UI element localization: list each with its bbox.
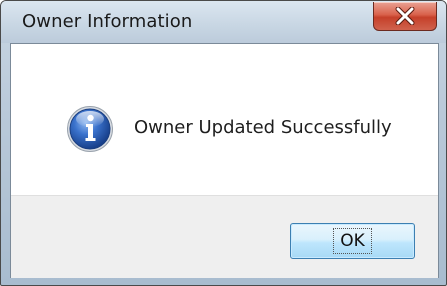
close-icon: [395, 7, 415, 25]
window-title: Owner Information: [22, 11, 193, 32]
button-area: OK: [11, 195, 438, 278]
message-text: Owner Updated Successfully: [134, 117, 392, 138]
message-area: Owner Updated Successfully: [11, 44, 438, 195]
ok-button[interactable]: OK: [290, 223, 415, 259]
title-bar[interactable]: Owner Information: [1, 1, 446, 43]
close-button[interactable]: [373, 2, 437, 31]
info-icon: [67, 106, 113, 152]
ok-button-label: OK: [333, 228, 372, 254]
dialog-window: Owner Information Owner Updated Successf…: [0, 0, 447, 286]
dialog-body: Owner Updated Successfully OK: [10, 43, 439, 278]
